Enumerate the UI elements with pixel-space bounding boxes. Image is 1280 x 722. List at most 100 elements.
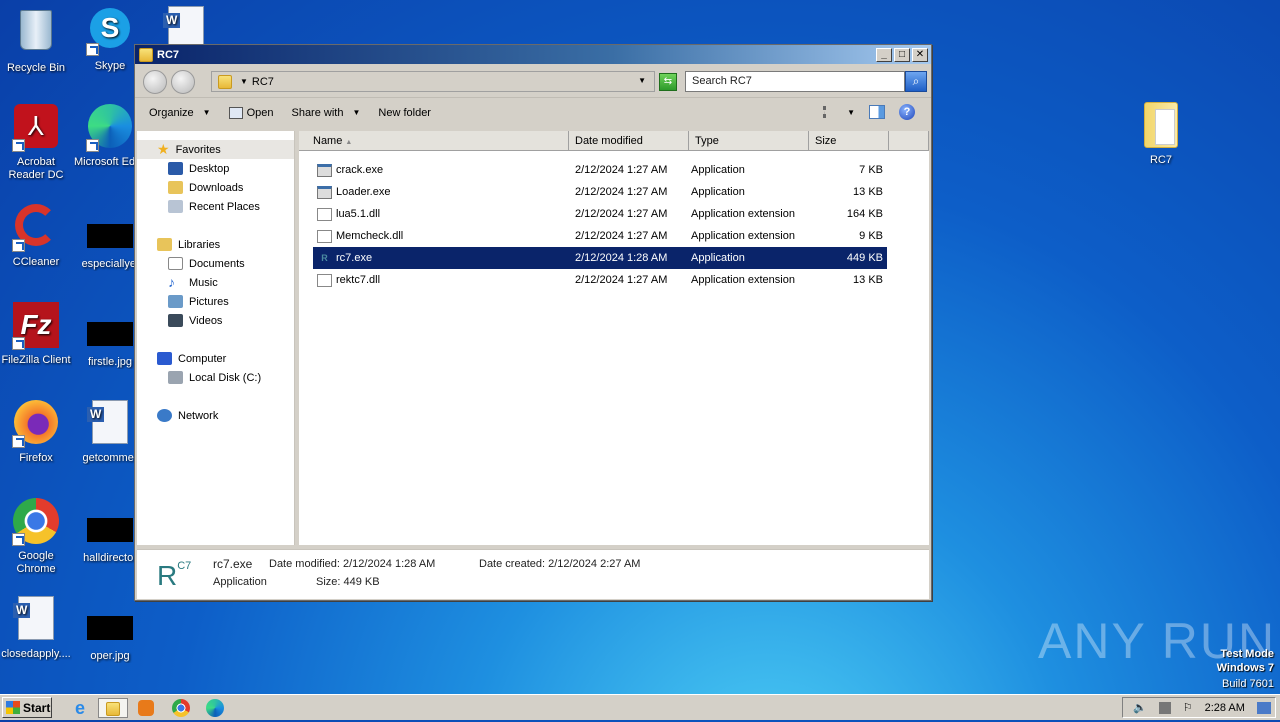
nav-item-videos[interactable]: Videos — [137, 311, 294, 330]
file-name-cell: rektc7.dll — [313, 273, 571, 287]
file-type: Application — [691, 186, 745, 198]
address-bar[interactable]: ▼ RC7 ▼ — [211, 71, 655, 92]
network-icon — [157, 409, 172, 422]
column-header-type[interactable]: Type — [689, 131, 809, 150]
close-button[interactable]: ✕ — [912, 48, 928, 62]
nav-favorites[interactable]: ★ Favorites — [137, 140, 294, 159]
desktop-icon-oper[interactable]: oper.jpg — [74, 604, 146, 663]
desktop-icon-rc7-folder[interactable]: RC7 — [1125, 102, 1197, 167]
file-row[interactable]: Memcheck.dll 2/12/2024 1:27 AM Application… — [313, 225, 887, 247]
back-button[interactable] — [143, 70, 167, 94]
desktop-icon-acrobat[interactable]: ⅄ Acrobat Reader DC — [0, 104, 72, 182]
icon-sup: C7 — [177, 559, 192, 572]
nav-label: Music — [189, 276, 218, 289]
file-name: Loader.exe — [336, 186, 391, 198]
file-row[interactable]: lua5.1.dll 2/12/2024 1:27 AM Application e… — [313, 203, 887, 225]
preview-pane-icon[interactable] — [869, 105, 885, 119]
nav-network[interactable]: Network — [137, 406, 294, 425]
nav-item-pictures[interactable]: Pictures — [137, 292, 294, 311]
details-filename: rc7.exe — [213, 557, 253, 571]
file-row[interactable]: Loader.exe 2/12/2024 1:27 AM Application 13… — [313, 181, 887, 203]
search-icon[interactable]: ⌕ — [905, 71, 927, 92]
file-name-cell: Loader.exe — [313, 185, 571, 199]
views-dropdown-icon[interactable]: ▼ — [847, 108, 855, 117]
dll-file-icon — [317, 207, 332, 221]
show-desktop-icon[interactable] — [1256, 701, 1271, 714]
image-thumbnail — [87, 224, 133, 248]
windows-version-line: Windows 7 — [1216, 662, 1274, 674]
nav-item-recent-places[interactable]: Recent Places — [137, 197, 294, 216]
edge-taskbar-icon[interactable] — [206, 699, 224, 717]
libraries-icon — [157, 238, 172, 251]
minimize-button[interactable]: _ — [876, 48, 892, 62]
nav-item-local-disk[interactable]: Local Disk (C:) — [137, 368, 294, 387]
maximize-button[interactable]: □ — [894, 48, 910, 62]
nav-label: Videos — [189, 314, 223, 327]
file-row[interactable]: crack.exe 2/12/2024 1:27 AM Application 7 K… — [313, 159, 887, 181]
volume-icon[interactable]: 🔈 — [1133, 701, 1147, 714]
breadcrumb-rc7[interactable]: RC7 — [252, 76, 274, 88]
explorer-taskbar-icon[interactable] — [98, 698, 128, 718]
nav-item-music[interactable]: ♪ Music — [137, 273, 294, 292]
search-input[interactable]: Search RC7 — [685, 71, 905, 92]
internet-explorer-icon[interactable]: e — [70, 698, 90, 718]
filezilla-icon: Fz — [12, 302, 60, 350]
nav-label: Desktop — [189, 162, 230, 175]
videos-icon — [168, 314, 183, 327]
media-player-icon[interactable] — [138, 700, 154, 716]
desktop-icon-closedapply[interactable]: W closedapply.... — [0, 596, 72, 661]
details-size: Size: 449 KB — [316, 576, 380, 588]
nav-label: Local Disk (C:) — [189, 371, 262, 384]
desktop-icon-chrome[interactable]: Google Chrome — [0, 498, 72, 576]
share-with-label: Share with — [291, 106, 344, 119]
start-button[interactable]: Start — [2, 697, 52, 718]
share-with-button[interactable]: Share with ▼ — [291, 107, 360, 119]
file-row[interactable]: Rrc7.exe 2/12/2024 1:28 AM Application 449 … — [313, 247, 887, 269]
action-center-flag-icon[interactable]: ⚐ — [1183, 701, 1193, 714]
rc7-app-icon: R — [321, 252, 328, 263]
column-header-name[interactable]: Name ▲ — [299, 131, 569, 150]
nav-label: Network — [178, 409, 219, 422]
desktop-icon-recycle-bin[interactable]: Recycle Bin — [0, 6, 72, 75]
file-list[interactable]: Name ▲ Date modified Type Size crack.exe… — [299, 131, 929, 545]
ccleaner-icon — [12, 204, 60, 252]
file-type: Application extension — [691, 274, 795, 286]
nav-computer[interactable]: Computer — [137, 349, 294, 368]
image-thumbnail — [87, 518, 133, 542]
help-icon[interactable]: ? — [899, 104, 915, 120]
desktop-icon-ccleaner[interactable]: CCleaner — [0, 204, 72, 269]
new-folder-label: New folder — [378, 106, 431, 119]
desktop-icon-filezilla[interactable]: Fz FileZilla Client — [0, 302, 72, 367]
file-name-cell: lua5.1.dll — [313, 207, 571, 221]
clock[interactable]: 2:28 AM — [1205, 702, 1245, 714]
network-tray-icon[interactable] — [1158, 701, 1171, 714]
address-dropdown-icon[interactable]: ▼ — [638, 76, 646, 85]
navigation-pane[interactable]: ★ Favorites Desktop Downloads Recent Plac… — [137, 131, 295, 545]
title-bar[interactable]: RC7 _ □ ✕ — [135, 45, 931, 64]
chrome-icon — [12, 498, 60, 546]
nav-item-downloads[interactable]: Downloads — [137, 178, 294, 197]
organize-button[interactable]: Organize ▼ — [149, 107, 211, 119]
breadcrumb-arrow-icon[interactable]: ▼ — [240, 77, 248, 86]
star-icon: ★ — [157, 141, 170, 157]
nav-item-documents[interactable]: Documents — [137, 254, 294, 273]
exe-file-icon — [317, 163, 332, 177]
chevron-down-icon: ▼ — [202, 108, 211, 117]
file-size: 9 KB — [859, 230, 883, 242]
nav-item-desktop[interactable]: Desktop — [137, 159, 294, 178]
refresh-icon[interactable]: ⇆ — [659, 73, 677, 91]
new-folder-button[interactable]: New folder — [378, 107, 431, 119]
views-icon[interactable] — [823, 106, 839, 118]
nav-libraries[interactable]: Libraries — [137, 235, 294, 254]
command-bar: Organize ▼ Open Share with ▼ New folder ▼ … — [135, 98, 931, 127]
file-name-cell: Rrc7.exe — [313, 252, 571, 265]
chrome-taskbar-icon[interactable] — [172, 699, 190, 717]
forward-button[interactable] — [171, 70, 195, 94]
column-header-size[interactable]: Size — [809, 131, 889, 150]
desktop-icon-firefox[interactable]: Firefox — [0, 400, 72, 465]
column-header-date-modified[interactable]: Date modified — [569, 131, 689, 150]
folder-icon — [1137, 102, 1185, 150]
file-row[interactable]: rektc7.dll 2/12/2024 1:27 AM Application e… — [313, 269, 887, 291]
system-tray: 🔈 ⚐ 2:28 AM — [1122, 697, 1276, 718]
open-button[interactable]: Open — [228, 106, 273, 119]
